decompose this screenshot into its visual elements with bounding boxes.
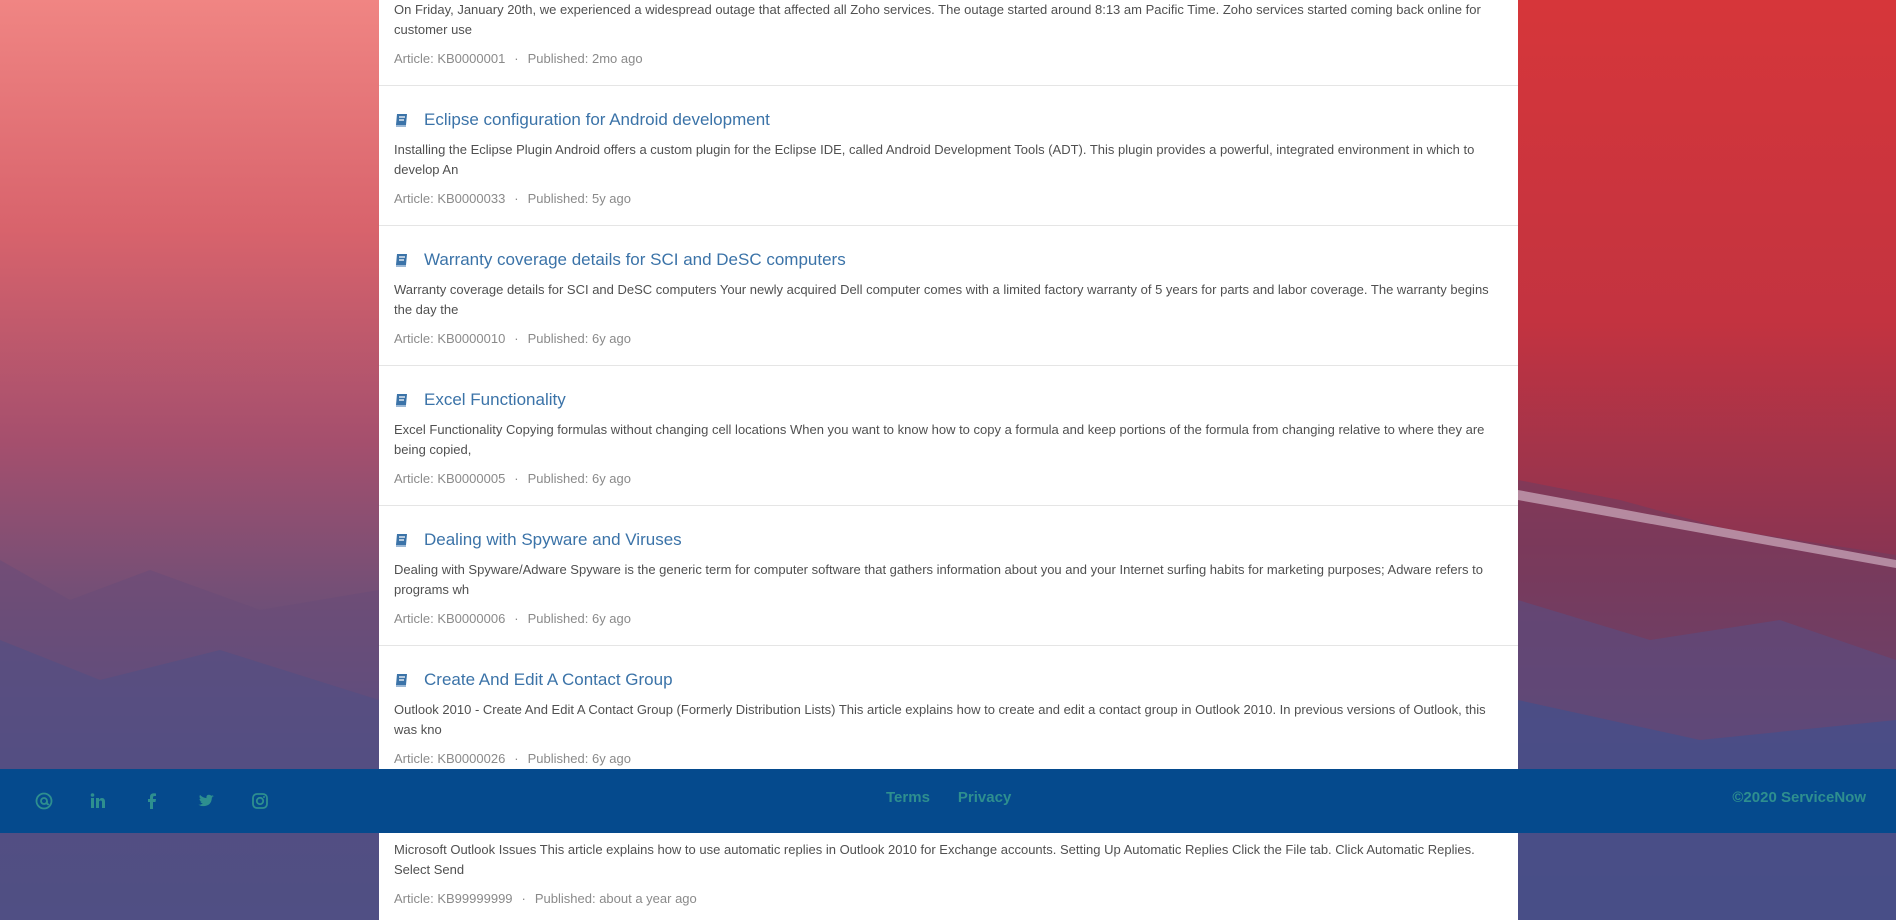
published-date: Published: 5y ago — [527, 191, 631, 206]
meta-separator: · — [514, 751, 519, 766]
book-icon — [394, 392, 410, 408]
social-links — [34, 791, 304, 811]
twitter-icon[interactable] — [196, 791, 216, 811]
privacy-link[interactable]: Privacy — [958, 789, 1011, 806]
article-title-link[interactable]: Eclipse configuration for Android develo… — [424, 110, 770, 130]
article-summary: Warranty coverage details for SCI and De… — [394, 282, 1489, 317]
article-number: Article: KB0000001 — [394, 51, 506, 66]
book-icon — [394, 112, 410, 128]
article-item: Excel Functionality Excel Functionality … — [379, 366, 1518, 506]
article-title-link[interactable]: Warranty coverage details for SCI and De… — [424, 250, 846, 270]
copyright-text: ©2020 ServiceNow — [1732, 789, 1866, 806]
article-number: Article: KB0000033 — [394, 191, 506, 206]
published-date: Published: 6y ago — [527, 471, 631, 486]
instagram-icon[interactable] — [250, 791, 270, 811]
meta-separator: · — [514, 611, 519, 626]
article-meta: Article: KB0000005 · Published: 6y ago — [394, 471, 631, 486]
published-date: Published: 6y ago — [527, 331, 631, 346]
article-item: Dealing with Spyware and Viruses Dealing… — [379, 506, 1518, 646]
article-meta: Article: KB0000001 · Published: 2mo ago — [394, 51, 643, 66]
article-summary: Dealing with Spyware/Adware Spyware is t… — [394, 562, 1483, 597]
article-summary: Excel Functionality Copying formulas wit… — [394, 422, 1485, 457]
article-meta: Article: KB0000033 · Published: 5y ago — [394, 191, 631, 206]
article-number: Article: KB99999999 — [394, 891, 513, 906]
article-title-link[interactable]: Create And Edit A Contact Group — [424, 670, 673, 690]
published-date: Published: 6y ago — [527, 751, 631, 766]
article-number: Article: KB0000010 — [394, 331, 506, 346]
meta-separator: · — [514, 51, 519, 66]
published-date: Published: 2mo ago — [527, 51, 643, 66]
article-number: Article: KB0000026 — [394, 751, 506, 766]
article-meta: Article: KB0000010 · Published: 6y ago — [394, 331, 631, 346]
article-meta: Article: KB0000006 · Published: 6y ago — [394, 611, 631, 626]
article-summary: Installing the Eclipse Plugin Android of… — [394, 142, 1475, 177]
terms-link[interactable]: Terms — [886, 789, 930, 806]
published-date: Published: about a year ago — [534, 891, 697, 906]
article-item: Warranty coverage details for SCI and De… — [379, 226, 1518, 366]
book-icon — [394, 672, 410, 688]
at-icon[interactable] — [34, 791, 54, 811]
article-summary: Microsoft Outlook Issues This article ex… — [394, 842, 1475, 877]
article-item: Create And Edit A Contact Group Outlook … — [379, 646, 1518, 786]
article-summary: Outlook 2010 - Create And Edit A Contact… — [394, 702, 1486, 737]
linkedin-icon[interactable] — [88, 791, 108, 811]
article-number: Article: KB0000005 — [394, 471, 506, 486]
article-title-link[interactable]: Excel Functionality — [424, 390, 566, 410]
article-item: Eclipse configuration for Android develo… — [379, 86, 1518, 226]
meta-separator: · — [521, 891, 526, 906]
footer-links: Terms Privacy — [886, 789, 1039, 806]
facebook-icon[interactable] — [142, 791, 162, 811]
published-date: Published: 6y ago — [527, 611, 631, 626]
book-icon — [394, 252, 410, 268]
article-title-link[interactable]: Dealing with Spyware and Viruses — [424, 530, 682, 550]
meta-separator: · — [514, 331, 519, 346]
article-summary: On Friday, January 20th, we experienced … — [394, 2, 1481, 37]
article-number: Article: KB0000006 — [394, 611, 506, 626]
article-item: On Friday, January 20th, we experienced … — [379, 0, 1518, 86]
meta-separator: · — [514, 471, 519, 486]
article-meta: Article: KB0000026 · Published: 6y ago — [394, 751, 631, 766]
site-footer: Terms Privacy ©2020 ServiceNow — [0, 769, 1896, 833]
meta-separator: · — [514, 191, 519, 206]
article-meta: Article: KB99999999 · Published: about a y… — [394, 891, 697, 906]
book-icon — [394, 532, 410, 548]
